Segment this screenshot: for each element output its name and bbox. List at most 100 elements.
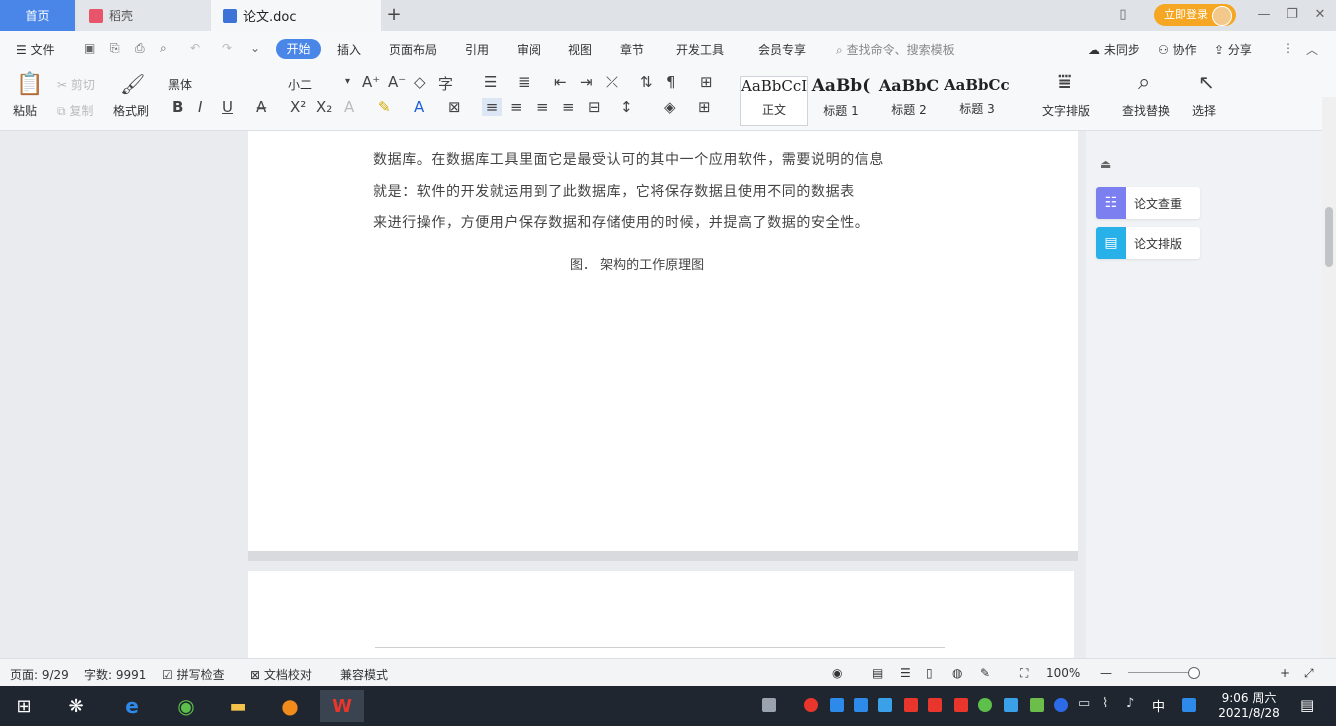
tray-app-icon[interactable] — [830, 698, 844, 712]
font-size-select[interactable]: 小二 — [288, 76, 312, 93]
windows-start-icon[interactable]: ⊞ — [2, 690, 46, 722]
tray-app-icon[interactable] — [928, 698, 942, 712]
print-icon[interactable]: ⎙ — [135, 41, 145, 56]
line-spacing-icon[interactable]: ↕ — [620, 98, 633, 116]
collapse-panel-icon[interactable]: ⏏ — [1100, 157, 1111, 171]
app-360-icon[interactable]: ❋ — [54, 690, 98, 722]
redo-icon[interactable]: ↷ — [222, 41, 232, 55]
ie-browser-icon[interactable]: e — [110, 690, 154, 722]
text-layout-icon[interactable]: ⩸ — [1058, 70, 1071, 95]
minimize-button[interactable]: — — [1255, 6, 1273, 24]
align-left-icon[interactable]: ≡ — [482, 98, 502, 116]
underline-icon[interactable]: U — [222, 98, 233, 116]
close-button[interactable]: ✕ — [1311, 6, 1329, 24]
align-right-icon[interactable]: ≡ — [536, 98, 549, 116]
align-center-icon[interactable]: ≡ — [510, 98, 523, 116]
zoom-slider-thumb[interactable] — [1188, 667, 1200, 679]
select-button[interactable]: 选择 — [1192, 102, 1216, 119]
bold-icon[interactable]: B — [172, 98, 183, 116]
find-replace-button[interactable]: 查找替换 — [1122, 102, 1170, 119]
cut-button[interactable]: ✂ 剪切 — [57, 76, 95, 93]
tray-app-icon[interactable] — [1030, 698, 1044, 712]
clock-time[interactable]: 9:06 周六 — [1216, 689, 1282, 706]
tray-app-icon[interactable] — [904, 698, 918, 712]
notification-icon[interactable]: ▤ — [1300, 696, 1314, 714]
quick-save-icon[interactable]: ▣ — [84, 41, 95, 55]
collapse-ribbon-icon[interactable]: ︿ — [1306, 41, 1318, 58]
style-heading3[interactable]: AaBbCcI 标题 3 — [944, 76, 1010, 124]
scrollbar-thumb[interactable] — [1325, 207, 1333, 267]
paper-check-button[interactable]: ☷ 论文查重 — [1096, 187, 1200, 219]
tray-app-icon[interactable] — [1182, 698, 1196, 712]
browser-360-icon[interactable]: ◉ — [164, 690, 208, 722]
italic-icon[interactable]: I — [198, 98, 202, 116]
tray-app-icon[interactable] — [854, 698, 868, 712]
document-page-next[interactable] — [248, 571, 1074, 658]
restore-button[interactable]: ❐ — [1283, 6, 1301, 24]
volume-icon[interactable]: ♪ — [1126, 696, 1134, 711]
superscript-icon[interactable]: X² — [290, 98, 306, 116]
increase-indent-icon[interactable]: ⇥ — [580, 73, 593, 91]
style-normal[interactable]: AaBbCcI 正文 — [740, 76, 808, 126]
collab-button[interactable]: ⚇ 协作 — [1158, 41, 1197, 58]
tray-news-icon[interactable] — [762, 698, 776, 712]
tray-app-icon[interactable] — [804, 698, 818, 712]
justify-icon[interactable]: ≡ — [562, 98, 575, 116]
tray-app-icon[interactable] — [1004, 698, 1018, 712]
clock-date[interactable]: 2021/8/28 — [1214, 706, 1284, 720]
ime-indicator[interactable]: 中 — [1152, 696, 1165, 715]
chinese-layout-icon[interactable]: ⤫ — [606, 73, 618, 91]
text-layout-button[interactable]: 文字排版 — [1042, 102, 1090, 119]
menu-chapter[interactable]: 章节 — [620, 41, 644, 58]
share-button[interactable]: ⇪ 分享 — [1214, 41, 1252, 58]
copy-button[interactable]: ⧉ 复制 — [57, 102, 93, 119]
menu-developer[interactable]: 开发工具 — [676, 41, 724, 58]
sync-button[interactable]: ☁ 未同步 — [1088, 41, 1140, 58]
game-app-icon[interactable]: ● — [268, 690, 312, 722]
tab-ruler-icon[interactable]: ⊞ — [700, 73, 713, 91]
command-search[interactable]: ⌕ 查找命令、搜索模板 — [836, 41, 955, 58]
char-border-icon[interactable]: ⊠ — [448, 98, 461, 116]
distributed-icon[interactable]: ⊟ — [588, 98, 601, 116]
menu-start[interactable]: 开始 — [276, 39, 321, 59]
font-color-icon[interactable]: A — [414, 98, 424, 116]
bluetooth-icon[interactable] — [1054, 698, 1068, 712]
zoom-in-button[interactable]: + — [1280, 666, 1290, 680]
tray-shield-icon[interactable] — [878, 698, 892, 712]
customize-toolbar-icon[interactable]: ⌄ — [250, 41, 260, 55]
tray-app-icon[interactable] — [978, 698, 992, 712]
page-view-icon[interactable]: ▤ — [872, 666, 883, 680]
font-name-select[interactable]: 黑体 — [168, 76, 192, 93]
subscript-icon[interactable]: X₂ — [316, 98, 332, 116]
shrink-font-icon[interactable]: A⁻ — [388, 73, 406, 91]
paste-button[interactable]: 粘贴 — [13, 102, 37, 119]
tray-app-icon[interactable] — [954, 698, 968, 712]
web-view-icon[interactable]: ◍ — [952, 666, 962, 680]
fit-page-icon[interactable]: ⛶ — [1020, 666, 1028, 681]
text-effect-icon[interactable]: A — [344, 98, 354, 116]
decrease-indent-icon[interactable]: ⇤ — [554, 73, 567, 91]
zoom-level[interactable]: 100% — [1046, 666, 1080, 680]
network-icon[interactable]: ⌇ — [1102, 696, 1108, 711]
vertical-scrollbar[interactable] — [1322, 97, 1336, 658]
login-button[interactable]: 立即登录 — [1154, 4, 1236, 26]
tab-document[interactable]: 论文.doc — [211, 0, 381, 31]
find-replace-icon[interactable]: ⌕ — [1138, 70, 1150, 95]
font-size-dropdown-icon[interactable]: ▾ — [345, 76, 350, 87]
style-heading2[interactable]: AaBbC 标题 2 — [876, 76, 942, 124]
grow-font-icon[interactable]: A⁺ — [362, 73, 380, 91]
more-icon[interactable]: ⋮ — [1282, 41, 1294, 55]
format-painter-button[interactable]: 格式刷 — [113, 102, 149, 119]
select-cursor-icon[interactable]: ↖ — [1198, 70, 1215, 94]
quick-export-icon[interactable]: ⎘ — [110, 41, 120, 56]
sort-icon[interactable]: ⇅ — [640, 73, 653, 91]
file-explorer-icon[interactable]: ▬ — [216, 690, 260, 722]
fullscreen-icon[interactable]: ⤢ — [1304, 666, 1314, 681]
bullet-list-icon[interactable]: ☰ — [484, 73, 497, 91]
outline-view-icon[interactable]: ☰ — [900, 666, 911, 680]
shading-icon[interactable]: ◈ — [664, 98, 676, 116]
spell-check-button[interactable]: ☑ 拼写检查 — [162, 666, 225, 683]
word-count[interactable]: 字数: 9991 — [84, 666, 146, 683]
paper-layout-button[interactable]: ▤ 论文排版 — [1096, 227, 1200, 259]
menu-member[interactable]: 会员专享 — [758, 41, 806, 58]
